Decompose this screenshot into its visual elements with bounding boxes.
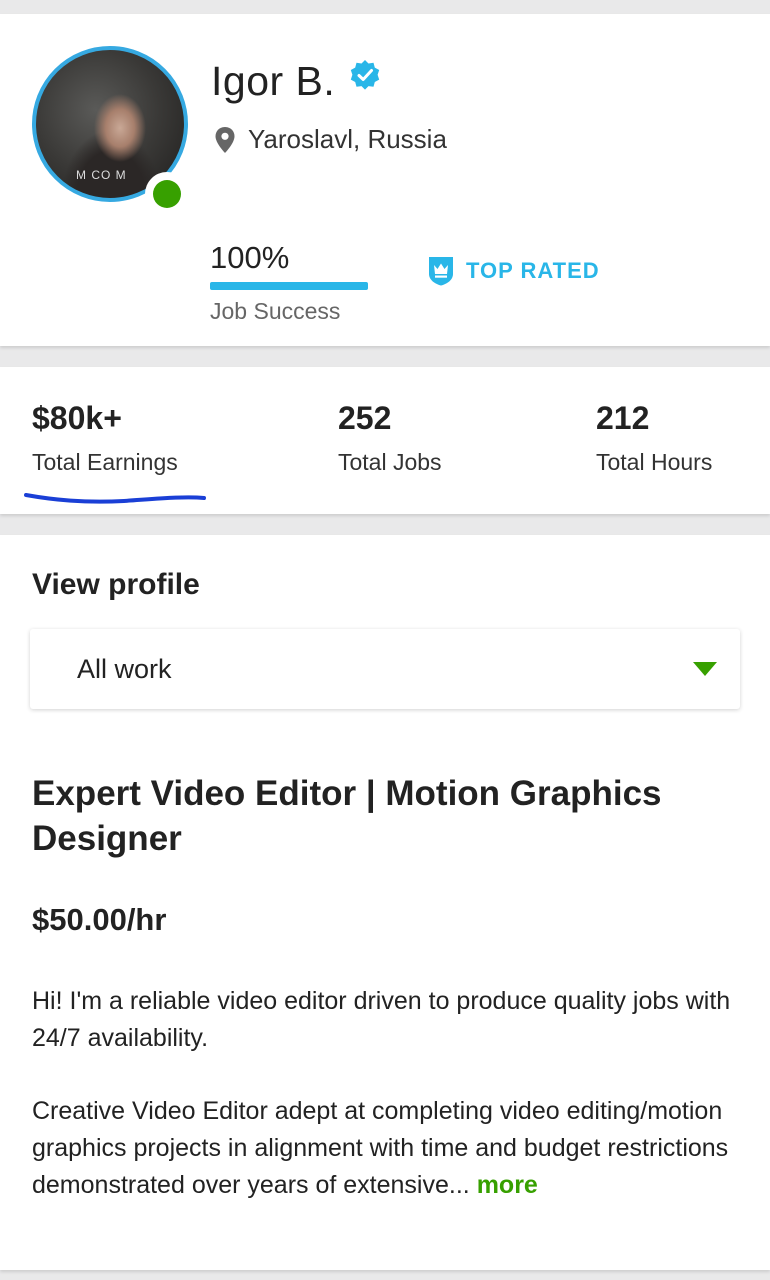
profile-intro: Hi! I'm a reliable video editor driven t… xyxy=(32,987,731,1052)
job-success-block: 100% Job Success xyxy=(210,240,368,325)
dropdown-selected-value: All work xyxy=(77,653,172,684)
verified-badge-icon xyxy=(351,59,380,90)
stat-value: 212 xyxy=(596,400,650,436)
stat-value: 252 xyxy=(338,400,392,436)
stat-total-earnings: $80k+ Total Earnings xyxy=(32,400,178,476)
description-text: Creative Video Editor adept at completin… xyxy=(32,1097,729,1199)
more-link[interactable]: more xyxy=(477,1171,538,1199)
name-row: Igor B. xyxy=(211,58,381,105)
work-filter-dropdown[interactable]: All work xyxy=(30,629,740,709)
top-rated-label: TOP RATED xyxy=(466,258,600,283)
stat-label: Total Hours xyxy=(596,449,713,475)
handdrawn-underline-annotation xyxy=(24,493,206,504)
profile-details-card: View profile All work Expert Video Edito… xyxy=(0,535,770,1270)
map-pin-icon xyxy=(215,126,235,153)
stats-card: $80k+ Total Earnings 252 Total Jobs 212 … xyxy=(0,367,770,514)
avatar-shirt-text: M CO M xyxy=(76,168,127,182)
crown-shield-icon xyxy=(429,257,453,286)
stat-label: Total Jobs xyxy=(338,449,442,475)
stat-label: Total Earnings xyxy=(32,449,178,475)
hourly-rate: $50.00/hr xyxy=(32,902,167,937)
profile-description: Creative Video Editor adept at completin… xyxy=(32,1093,752,1204)
location-text: Yaroslavl, Russia xyxy=(248,124,447,154)
job-success-label: Job Success xyxy=(210,298,341,324)
avatar-container[interactable]: M CO M xyxy=(32,46,189,216)
caret-down-icon xyxy=(693,662,717,676)
stat-total-jobs: 252 Total Jobs xyxy=(338,400,442,476)
job-success-value: 100% xyxy=(210,240,290,275)
location-row: Yaroslavl, Russia xyxy=(214,124,447,155)
profile-headline: Expert Video Editor | Motion Graphics De… xyxy=(32,774,662,858)
profile-card: M CO M Igor B. Yaroslavl, Russia 100% Jo… xyxy=(0,14,770,346)
job-success-bar xyxy=(210,282,368,290)
freelancer-name: Igor B. xyxy=(211,58,336,104)
stat-value: $80k+ xyxy=(32,400,122,436)
job-success-bar-fill xyxy=(210,282,368,290)
online-status-indicator xyxy=(145,172,189,216)
top-rated-badge: TOP RATED xyxy=(428,256,600,286)
stat-total-hours: 212 Total Hours xyxy=(596,400,712,476)
view-profile-heading: View profile xyxy=(32,568,200,601)
